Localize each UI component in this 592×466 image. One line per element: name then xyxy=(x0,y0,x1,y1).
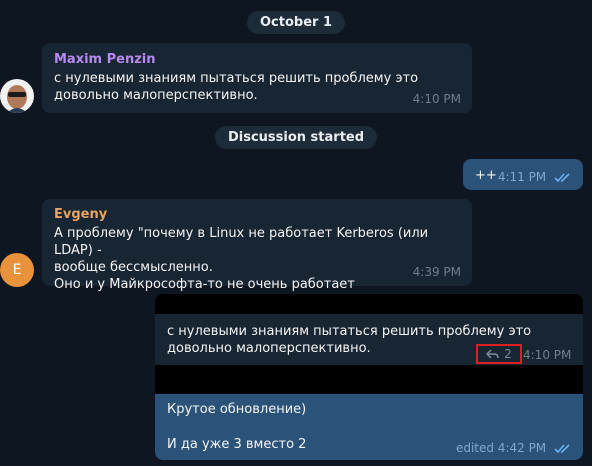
message-line: Оно и у Майкрософта-то не очень работает xyxy=(54,277,355,292)
message-text: ++ xyxy=(475,168,497,183)
message-time: 4:39 PM xyxy=(412,265,461,279)
message-time: 4:10 PM xyxy=(412,92,461,106)
message-line: Крутое обновление) xyxy=(167,402,307,417)
message-outgoing-plusplus[interactable]: ++ 4:11 PM xyxy=(463,159,583,190)
double-check-icon xyxy=(554,172,570,182)
user-photo-avatar-icon xyxy=(0,79,34,113)
reply-count: 2 xyxy=(504,347,512,361)
avatar-evgeny[interactable]: E xyxy=(0,253,34,287)
avatar-maxim-penzin[interactable] xyxy=(0,79,34,113)
message-time: 4:11 PM xyxy=(497,170,547,184)
double-check-icon xyxy=(554,443,570,453)
message-time: edited 4:42 PM xyxy=(455,441,547,455)
message-time-status: 4:11 PM xyxy=(498,170,572,184)
date-separator: October 1 xyxy=(246,11,346,34)
outgoing-text-area: Крутое обновление) И да уже 3 вместо 2 e… xyxy=(155,394,583,460)
message-maxim-penzin[interactable]: Maxim Penzin с нулевыми знаниям пытаться… xyxy=(42,43,472,113)
replies-button[interactable]: 2 xyxy=(476,344,522,364)
reply-arrow-icon xyxy=(486,349,499,359)
discussion-preview[interactable]: с нулевыми знаниям пытаться решить пробл… xyxy=(155,314,583,365)
message-time: 4:10 PM xyxy=(523,348,572,362)
message-outgoing-discussion[interactable]: с нулевыми знаниям пытаться решить пробл… xyxy=(155,294,583,460)
discussion-started-separator: Discussion started xyxy=(214,126,378,149)
message-time-status: edited 4:42 PM xyxy=(456,441,572,455)
message-line: И да уже 3 вместо 2 xyxy=(167,437,307,452)
message-line: вообще бессмысленно. xyxy=(54,260,213,275)
message-text: с нулевыми знаниям пытаться решить пробл… xyxy=(54,71,419,103)
sender-name[interactable]: Maxim Penzin xyxy=(54,52,460,67)
sender-name[interactable]: Evgeny xyxy=(54,207,460,222)
message-line: А проблему "почему в Linux не работает K… xyxy=(54,226,429,258)
message-evgeny[interactable]: Evgeny А проблему "почему в Linux не раб… xyxy=(42,199,472,292)
avatar-letter: E xyxy=(12,262,22,278)
